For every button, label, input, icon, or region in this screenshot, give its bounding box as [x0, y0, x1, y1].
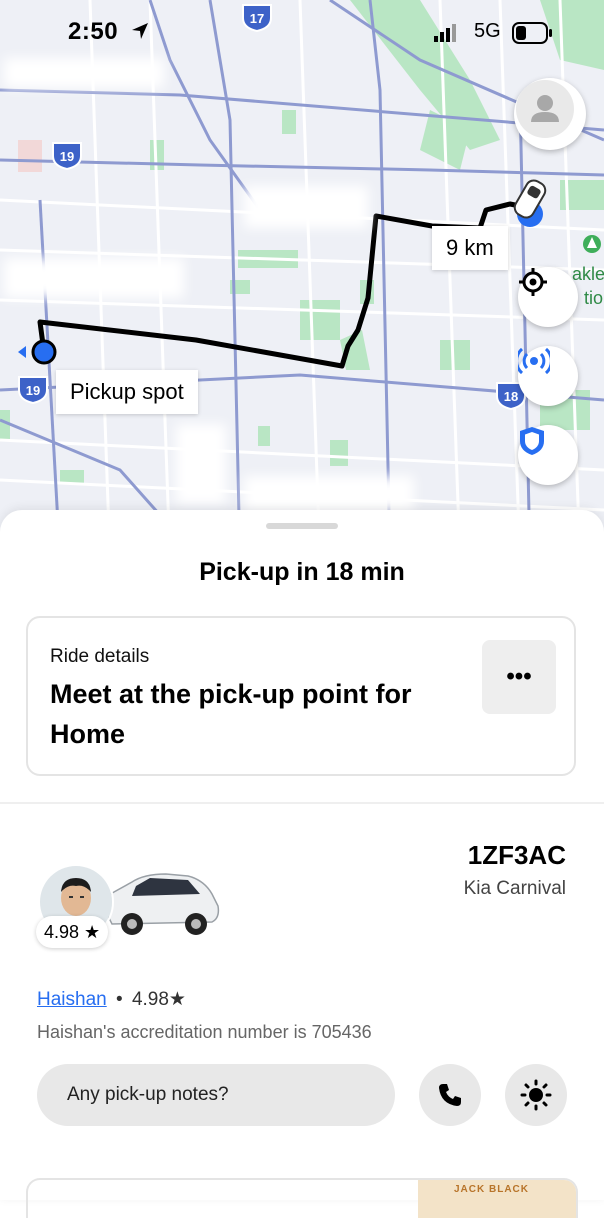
profile-button[interactable]: [514, 78, 586, 150]
car-icon: [513, 179, 547, 227]
recenter-icon: [519, 268, 547, 296]
promo-card[interactable]: JACK BLACK: [26, 1178, 578, 1218]
redacted-label: [4, 258, 184, 298]
section-divider: [0, 802, 604, 804]
shield-label: 19: [26, 383, 40, 398]
separator-dot: •: [116, 989, 123, 1010]
safety-button[interactable]: [518, 425, 578, 485]
recenter-button[interactable]: [518, 267, 578, 327]
signal-icon: [434, 24, 456, 42]
redacted-label: [244, 476, 414, 512]
park-label-2: tio: [584, 288, 604, 308]
promo-text: JACK BLACK: [454, 1184, 529, 1195]
redacted-label: [176, 424, 226, 504]
profile-icon: [516, 80, 574, 138]
promo-banner[interactable]: JACK BLACK: [418, 1180, 576, 1218]
pickup-spot-label[interactable]: Pickup spot: [56, 370, 198, 414]
broadcast-icon: [518, 347, 550, 375]
license-plate: 1ZF3AC: [467, 840, 566, 870]
ride-details-card[interactable]: Ride details Meet at the pick-up point f…: [26, 616, 576, 776]
brightness-button[interactable]: [505, 1064, 567, 1126]
pickup-notes-placeholder: Any pick-up notes?: [67, 1084, 229, 1105]
sheet-grabber[interactable]: [266, 523, 338, 529]
network-type: 5G: [474, 20, 501, 42]
highway-shield-19: 19: [52, 142, 82, 170]
pickup-notes-input[interactable]: Any pick-up notes?: [37, 1064, 395, 1126]
driver-name-link[interactable]: Haishan: [37, 989, 107, 1010]
vehicle-model: Kia Carnival: [463, 878, 566, 899]
park-label: akle: [572, 264, 604, 284]
route-distance-label: 9 km: [432, 226, 508, 270]
more-options-button[interactable]: •••: [482, 640, 556, 714]
status-bar: 2:50 5G: [0, 14, 604, 50]
accreditation-text: Haishan's accreditation number is 705436: [37, 1022, 372, 1042]
redacted-label: [244, 186, 368, 228]
battery-icon: [512, 22, 552, 44]
ride-details-label: Ride details: [50, 646, 150, 667]
ride-details-message: Meet at the pick-up point for Home: [50, 679, 412, 749]
brightness-icon: [520, 1079, 552, 1111]
trip-bottom-sheet[interactable]: Pick-up in 18 min Ride details Meet at t…: [0, 510, 604, 1218]
shield-icon: [520, 427, 544, 455]
ellipsis-icon: •••: [506, 663, 532, 690]
status-time: 2:50: [68, 18, 119, 45]
phone-icon: [439, 1084, 461, 1106]
redacted-label: [4, 58, 164, 88]
call-driver-button[interactable]: [419, 1064, 481, 1126]
driver-info: Haishan • 4.98★: [37, 988, 186, 1011]
pickup-eta-title: Pick-up in 18 min: [199, 558, 405, 586]
driver-rating-badge: 4.98 ★: [36, 916, 109, 948]
shield-label: 19: [60, 149, 74, 164]
driver-rating: 4.98★: [131, 989, 186, 1010]
highway-shield-19-south: 19: [18, 376, 48, 404]
location-arrow-icon: [132, 23, 148, 39]
share-location-button[interactable]: [518, 346, 578, 406]
shield-label: 18: [504, 389, 518, 404]
map-view[interactable]: 17 19 19 18 akle tio 9 km Pickup spot: [0, 0, 604, 560]
